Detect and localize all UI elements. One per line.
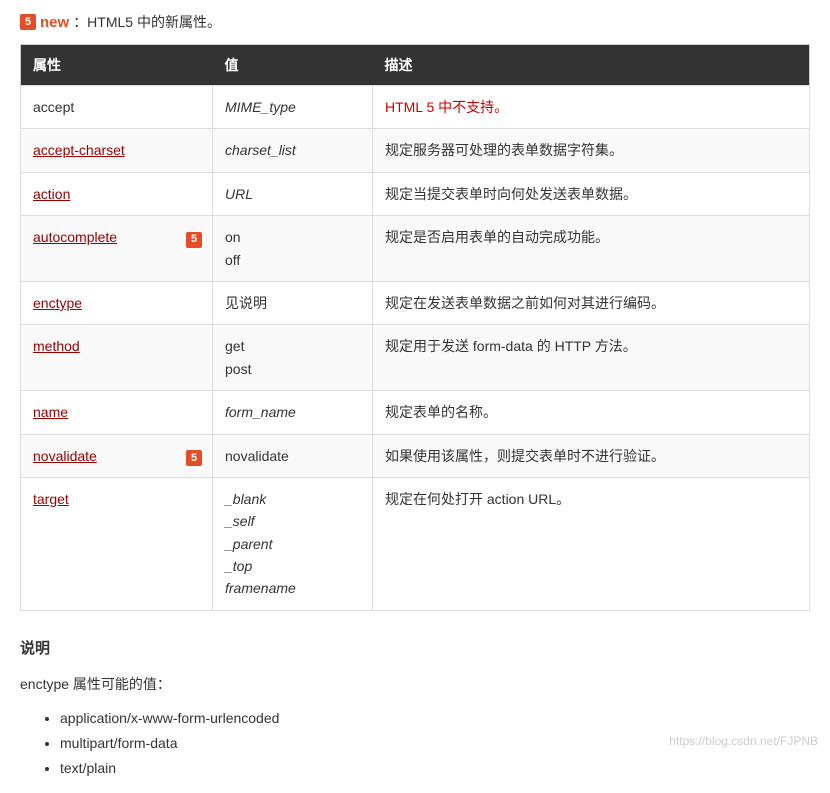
attr-cell: method (21, 325, 213, 391)
attr-link[interactable]: autocomplete (33, 229, 117, 245)
html5-badge: 5 (186, 226, 202, 248)
desc-cell: 如果使用该属性，则提交表单时不进行验证。 (373, 434, 810, 477)
table-row: name form_name规定表单的名称。 (21, 391, 810, 434)
attr-cell: name (21, 391, 213, 434)
attr-cell: novalidate 5 (21, 434, 213, 477)
attr-link[interactable]: accept-charset (33, 142, 125, 158)
value-cell: getpost (213, 325, 373, 391)
desc-cell: 规定在何处打开 action URL。 (373, 477, 810, 610)
list-item: text/plain (60, 756, 810, 781)
table-row: accept-charset charset_list规定服务器可处理的表单数据字… (21, 129, 810, 172)
attr-link[interactable]: action (33, 186, 70, 202)
desc-cell: 规定服务器可处理的表单数据字符集。 (373, 129, 810, 172)
attr-cell: enctype (21, 281, 213, 324)
notes-title: 说明 (20, 637, 810, 658)
value-cell: 见说明 (213, 281, 373, 324)
table-row: autocomplete 5 onoff规定是否启用表单的自动完成功能。 (21, 216, 810, 282)
html5-icon: 5 (186, 232, 202, 248)
attr-link[interactable]: novalidate (33, 448, 97, 464)
value-cell: onoff (213, 216, 373, 282)
desc-cell: 规定在发送表单数据之前如何对其进行编码。 (373, 281, 810, 324)
value-cell: _blank_self_parent_topframename (213, 477, 373, 610)
attributes-table: 属性 值 描述 acceptMIME_typeHTML 5 中不支持。accep… (20, 44, 810, 611)
header-desc: 描述 (373, 45, 810, 86)
value-cell: URL (213, 172, 373, 215)
new-label: new (40, 14, 69, 31)
attr-link[interactable]: name (33, 404, 68, 420)
table-row: accept MIME_typeHTML 5 中不支持。 (21, 86, 810, 129)
value-cell: novalidate (213, 434, 373, 477)
intro-text: ：HTML5 中的新属性。 (73, 12, 221, 32)
table-row: action URL规定当提交表单时向何处发送表单数据。 (21, 172, 810, 215)
table-row: target _blank_self_parent_topframename规定在… (21, 477, 810, 610)
value-cell: form_name (213, 391, 373, 434)
attr-link[interactable]: enctype (33, 295, 82, 311)
notes-list: application/x-www-form-urlencodedmultipa… (20, 706, 810, 782)
attr-text: accept (33, 99, 74, 115)
value-cell: MIME_type (213, 86, 373, 129)
table-row: enctype 见说明规定在发送表单数据之前如何对其进行编码。 (21, 281, 810, 324)
html5-icon: 5 (186, 450, 202, 466)
html5-icon: 5 (20, 14, 36, 30)
desc-cell: 规定当提交表单时向何处发送表单数据。 (373, 172, 810, 215)
list-item: multipart/form-data (60, 731, 810, 756)
desc-cell: HTML 5 中不支持。 (373, 86, 810, 129)
html5-badge: 5 (186, 445, 202, 467)
table-row: novalidate5novalidate如果使用该属性，则提交表单时不进行验证… (21, 434, 810, 477)
desc-cell: 规定是否启用表单的自动完成功能。 (373, 216, 810, 282)
header-attr: 属性 (21, 45, 213, 86)
desc-cell: 规定用于发送 form-data 的 HTTP 方法。 (373, 325, 810, 391)
attr-cell: target (21, 477, 213, 610)
desc-cell: 规定表单的名称。 (373, 391, 810, 434)
value-cell: charset_list (213, 129, 373, 172)
intro-line: 5 new ：HTML5 中的新属性。 (20, 12, 810, 32)
table-header-row: 属性 值 描述 (21, 45, 810, 86)
attr-cell: accept-charset (21, 129, 213, 172)
attr-link[interactable]: target (33, 491, 69, 507)
attr-cell: action (21, 172, 213, 215)
list-item: application/x-www-form-urlencoded (60, 706, 810, 731)
attr-cell: accept (21, 86, 213, 129)
table-row: method getpost规定用于发送 form-data 的 HTTP 方法。 (21, 325, 810, 391)
attr-cell: autocomplete 5 (21, 216, 213, 282)
notes-subtitle: enctype 属性可能的值： (20, 674, 810, 694)
attr-link[interactable]: method (33, 338, 80, 354)
header-value: 值 (213, 45, 373, 86)
